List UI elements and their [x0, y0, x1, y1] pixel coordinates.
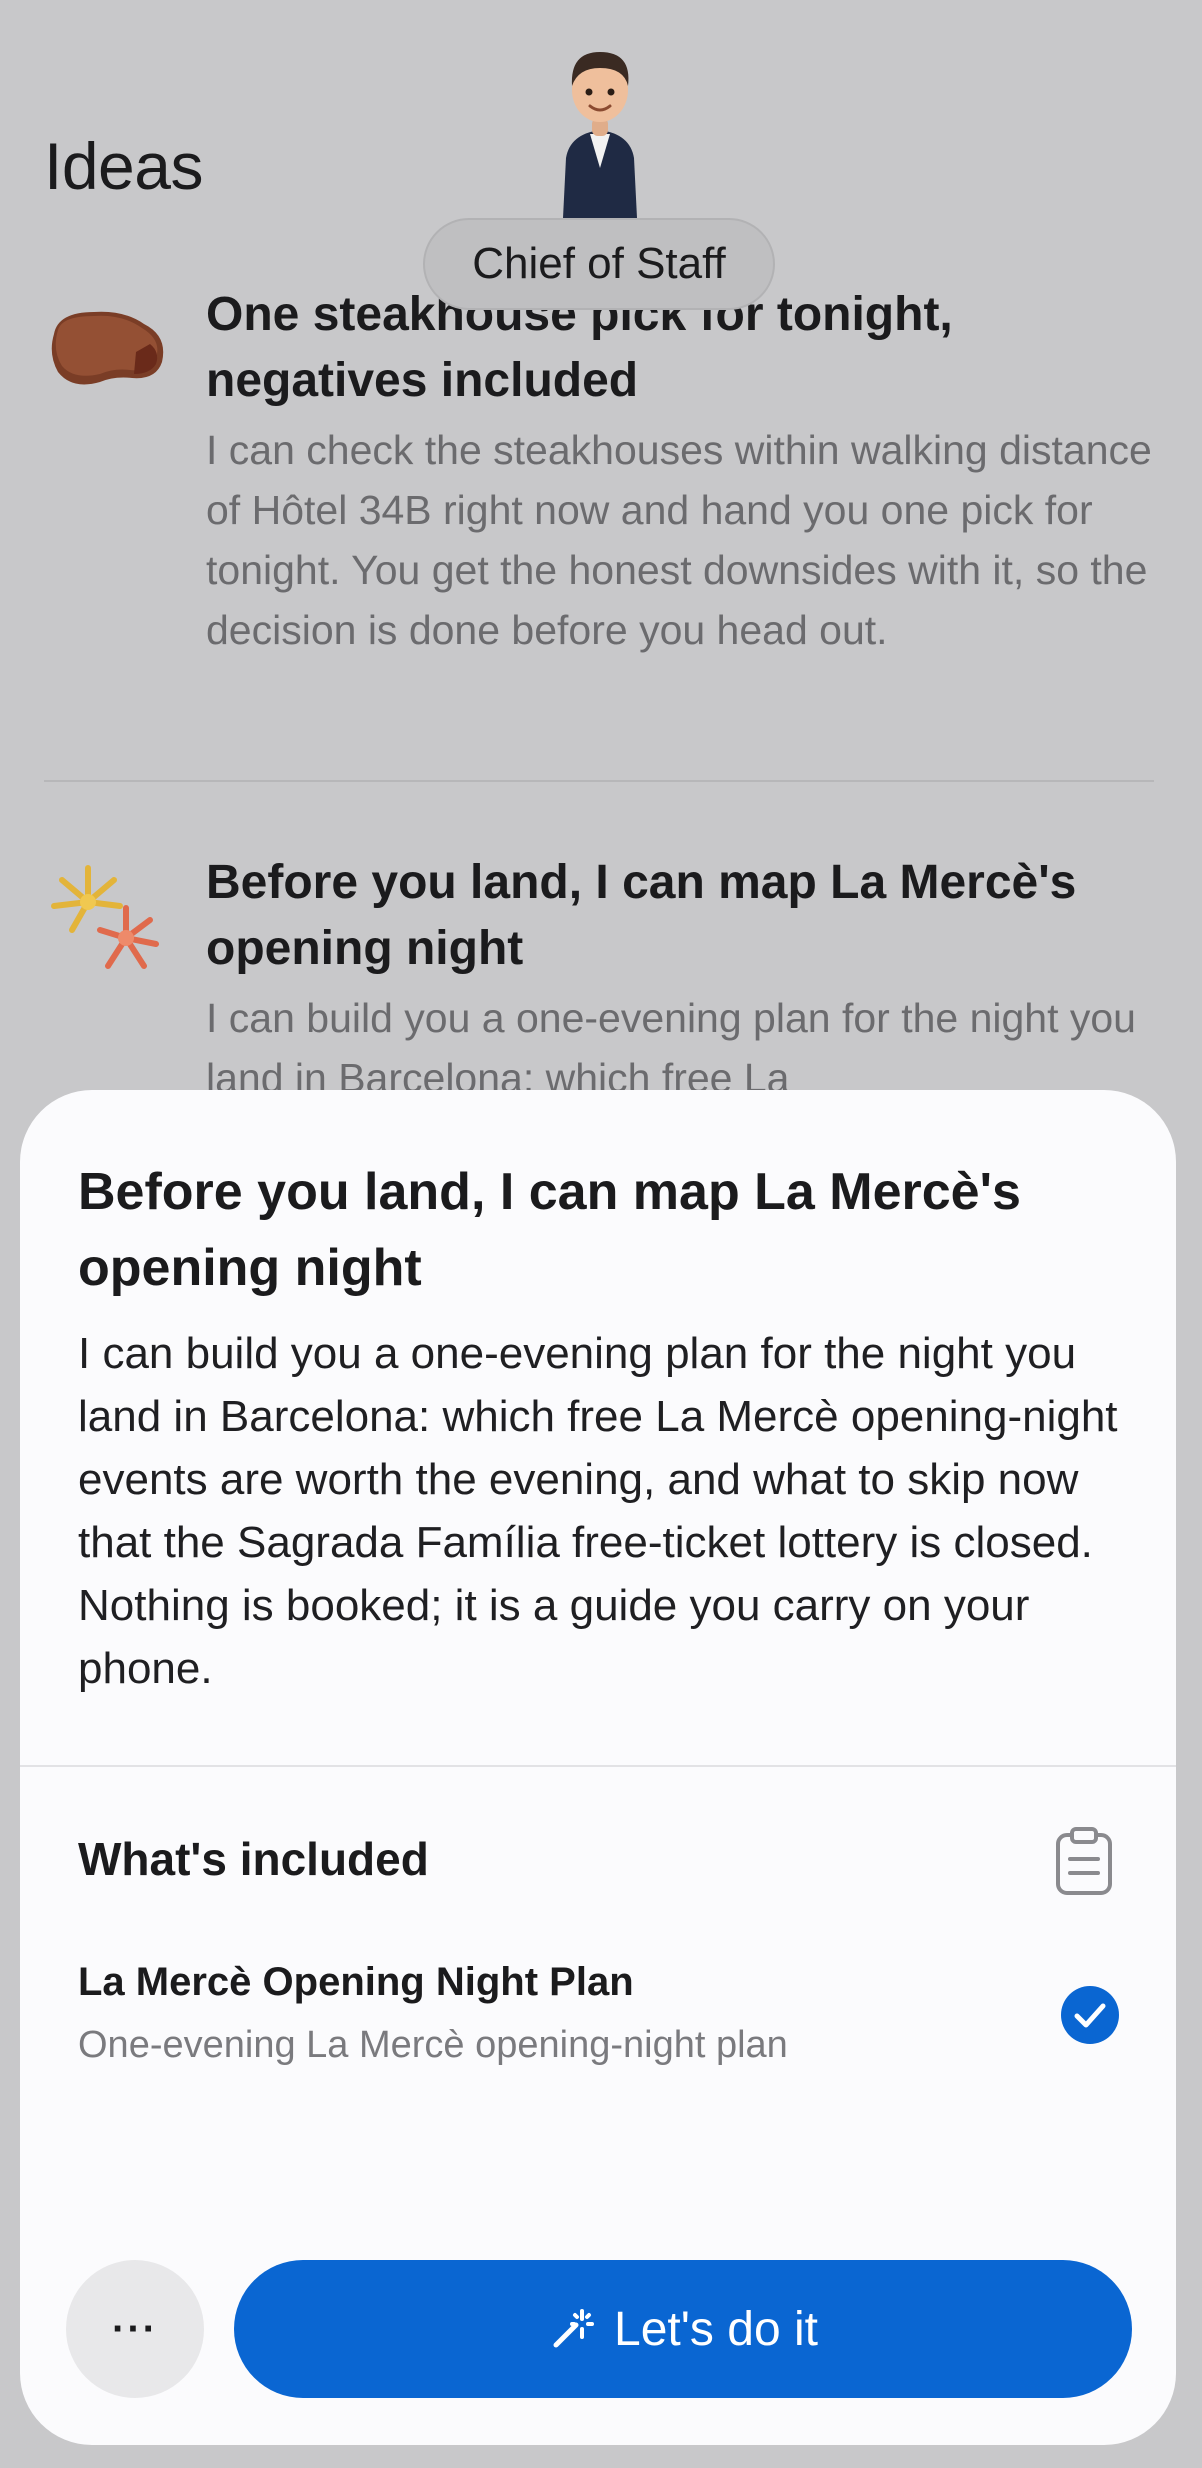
sheet-description: I can build you a one-evening plan for t…: [78, 1329, 1118, 1693]
fireworks-icon: [44, 850, 174, 980]
magic-wand-icon: [553, 2309, 595, 2348]
idea-body: I can check the steakhouses within walki…: [206, 427, 1152, 653]
steak-icon: [44, 282, 174, 412]
divider: [44, 780, 1154, 782]
idea-card[interactable]: Before you land, I can map La Mercè's op…: [44, 850, 1160, 1101]
lets-do-it-button[interactable]: Let's do it: [234, 2260, 1132, 2398]
included-item-name: La Mercè Opening Night Plan: [78, 1960, 634, 2004]
page-title: Ideas: [44, 129, 203, 203]
sheet-title: Before you land, I can map La Mercè's op…: [78, 1163, 1021, 1297]
divider: [20, 1765, 1176, 1767]
whats-included-heading: What's included: [78, 1833, 429, 1885]
checkmark-icon[interactable]: [1060, 1985, 1120, 2045]
chief-of-staff-pill[interactable]: Chief of Staff: [423, 218, 775, 310]
idea-card[interactable]: One steakhouse pick for tonight, negativ…: [44, 282, 1160, 722]
more-options-label: ···: [112, 2306, 158, 2351]
included-item-description: One-evening La Mercè opening-night plan: [78, 2024, 788, 2066]
idea-title: Before you land, I can map La Mercè's op…: [206, 856, 1077, 975]
clipboard-icon[interactable]: [1052, 1825, 1116, 1897]
lets-do-it-label: Let's do it: [614, 2302, 818, 2356]
chief-of-staff-avatar[interactable]: [540, 38, 660, 238]
more-options-button[interactable]: ···: [66, 2260, 204, 2398]
idea-detail-sheet: Before you land, I can map La Mercè's op…: [20, 1090, 1176, 2445]
